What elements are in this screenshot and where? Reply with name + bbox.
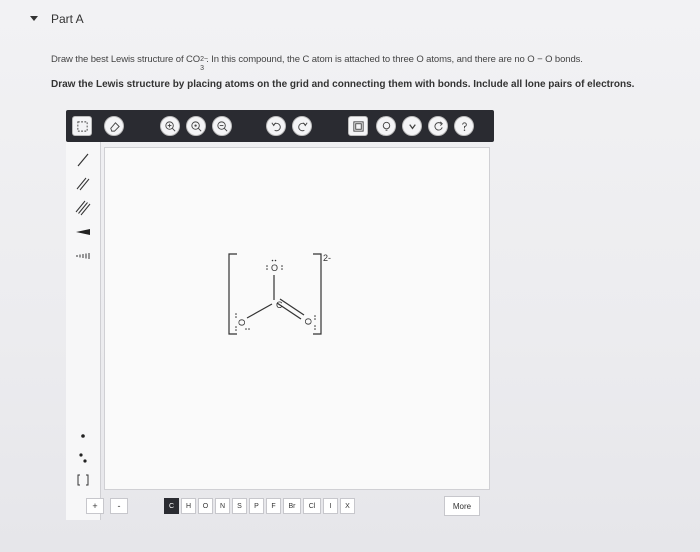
charge-label: 2- xyxy=(323,253,331,263)
charge-plus-button[interactable]: + xyxy=(86,498,104,514)
hint-icon[interactable] xyxy=(376,116,396,136)
bracket-icon[interactable] xyxy=(72,470,94,490)
instruction-line-2: Draw the Lewis structure by placing atom… xyxy=(51,79,635,90)
dropdown-icon[interactable] xyxy=(402,116,422,136)
instruction-line-1: Draw the best Lewis structure of CO 2− 3. … xyxy=(51,54,583,72)
atom-o-right: O xyxy=(303,318,313,325)
element-bar: + - C H O N S P F Br Cl I X More xyxy=(66,494,494,520)
wedge-bond-icon[interactable] xyxy=(72,222,94,242)
count-subscript: 3 xyxy=(200,65,204,72)
left-bracket xyxy=(228,253,237,335)
collapse-part-icon[interactable] xyxy=(30,16,38,21)
element-p-button[interactable]: P xyxy=(249,498,264,514)
charge-minus-button[interactable]: - xyxy=(110,498,128,514)
element-o-button[interactable]: O xyxy=(198,498,213,514)
element-n-button[interactable]: N xyxy=(215,498,230,514)
help-icon[interactable] xyxy=(454,116,474,136)
instruction-text-end: . In this compound, the C atom is attach… xyxy=(206,54,583,65)
templates-icon[interactable] xyxy=(348,116,368,136)
element-br-button[interactable]: Br xyxy=(283,498,301,514)
element-f-button[interactable]: F xyxy=(266,498,281,514)
single-bond-icon[interactable] xyxy=(72,150,94,170)
charge-superscript: 2− xyxy=(200,56,208,63)
hash-bond-icon[interactable] xyxy=(72,246,94,266)
zoom-reset-icon[interactable] xyxy=(160,116,180,136)
drawing-toolbar xyxy=(66,110,494,142)
triple-bond-icon[interactable] xyxy=(72,198,94,218)
atom-o-top: O xyxy=(271,263,278,273)
more-elements-button[interactable]: More xyxy=(444,496,480,516)
instruction-text: Draw the best Lewis structure of CO xyxy=(51,54,201,65)
reset-icon[interactable] xyxy=(428,116,448,136)
element-h-button[interactable]: H xyxy=(181,498,196,514)
element-s-button[interactable]: S xyxy=(232,498,247,514)
eraser-icon[interactable] xyxy=(104,116,124,136)
right-bracket xyxy=(313,253,322,335)
atom-o-left: O xyxy=(237,319,247,326)
part-title: Part A xyxy=(51,12,84,26)
double-bond-icon[interactable] xyxy=(72,174,94,194)
element-i-button[interactable]: I xyxy=(323,498,338,514)
select-icon[interactable] xyxy=(72,116,92,136)
element-x-button[interactable]: X xyxy=(340,498,355,514)
zoom-in-icon[interactable] xyxy=(186,116,206,136)
lone-electron-icon[interactable] xyxy=(72,426,94,446)
drawing-canvas[interactable]: 2- O C O O xyxy=(104,147,490,490)
redo-icon[interactable] xyxy=(292,116,312,136)
element-c-button[interactable]: C xyxy=(164,498,179,514)
lewis-structure: 2- O C O O xyxy=(228,253,331,335)
bond-c-o-left xyxy=(246,303,273,319)
lone-pair-icon[interactable] xyxy=(72,448,94,468)
left-tool-panel xyxy=(66,142,101,520)
undo-icon[interactable] xyxy=(266,116,286,136)
zoom-out-icon[interactable] xyxy=(212,116,232,136)
element-cl-button[interactable]: Cl xyxy=(303,498,321,514)
